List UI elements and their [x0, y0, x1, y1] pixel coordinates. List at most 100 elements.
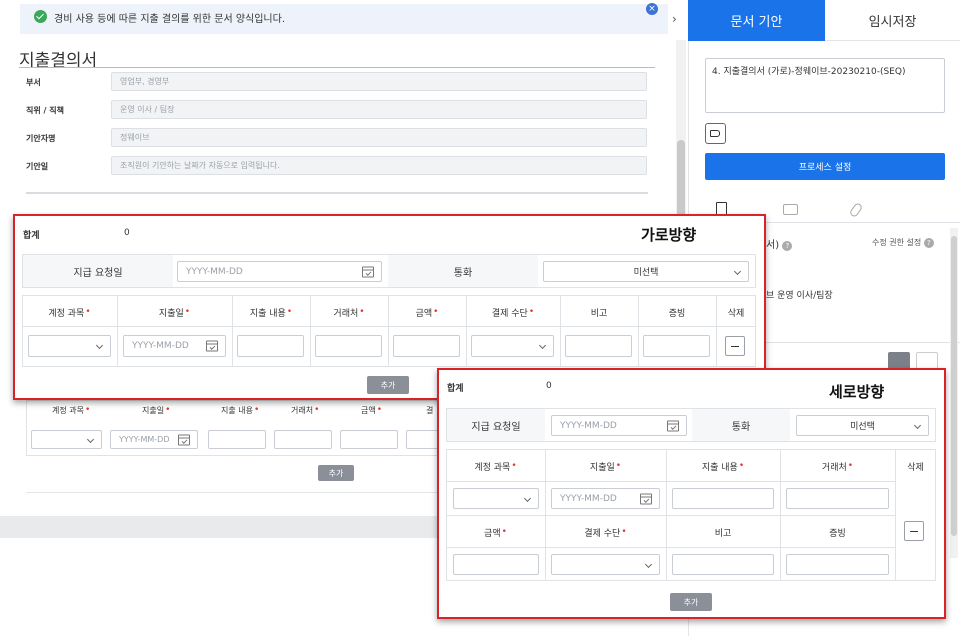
delete-row-button[interactable] — [725, 336, 745, 356]
calendar-icon — [178, 434, 190, 445]
v-header-expense-date: 지출일 • — [589, 461, 622, 473]
draft-date-field: 조직원이 기안하는 날짜가 자동으로 입력됩니다. — [111, 156, 647, 175]
v-header-payment-method: 결제 수단 • — [584, 527, 627, 539]
payment-method-select[interactable] — [471, 335, 554, 357]
v-header-vendor: 거래처 • — [821, 461, 854, 473]
v-payment-method-select[interactable] — [551, 554, 660, 575]
process-settings-button[interactable]: 프로세스 설정 — [705, 153, 945, 180]
row-line — [446, 515, 896, 516]
horizontal-currency-select[interactable]: 미선택 — [543, 261, 749, 282]
v-expense-date-input[interactable]: YYYY-MM-DD — [551, 488, 660, 509]
row-line — [446, 547, 896, 548]
help-icon: ? — [782, 241, 793, 251]
vertical-payment-date-input[interactable]: YYYY-MM-DD — [551, 415, 687, 436]
vertical-add-button[interactable]: 추가 — [670, 593, 712, 611]
horizontal-caption: 가로방향 — [641, 226, 697, 244]
bg-header-payment: 결 — [426, 406, 434, 415]
vertical-total-label: 합계 — [447, 384, 464, 394]
bg-header-date: 지출일• — [142, 405, 171, 415]
account-select[interactable] — [28, 335, 111, 357]
department-field: 영업부, 경영부 — [111, 72, 647, 91]
horizontal-table-header-line — [22, 326, 756, 327]
close-notice-icon[interactable]: × — [646, 3, 658, 15]
tab-temp-save[interactable]: 임시저장 — [825, 0, 960, 41]
v-evidence-input[interactable] — [786, 554, 889, 575]
bg-header-account: 계정 과목• — [52, 405, 91, 415]
v-content-input[interactable] — [672, 488, 774, 509]
vendor-input[interactable] — [315, 335, 382, 357]
comment-icon[interactable] — [783, 204, 798, 215]
header-amount: 금액 • — [415, 307, 439, 319]
v-header-amount: 금액 • — [484, 527, 507, 539]
vertical-currency-select[interactable]: 미선택 — [796, 415, 929, 436]
bg-vendor-input[interactable] — [274, 430, 332, 449]
v-delete-row-button[interactable] — [904, 521, 924, 541]
v-header-note: 비고 — [714, 528, 732, 539]
bg-date-input[interactable]: YYYY-MM-DD — [110, 430, 198, 449]
bg-amount-input[interactable] — [340, 430, 398, 449]
check-circle-icon — [34, 10, 47, 23]
content-input[interactable] — [237, 335, 304, 357]
page-footer-band — [0, 516, 440, 538]
form-divider — [26, 192, 648, 194]
v-header-evidence: 증빙 — [829, 528, 846, 539]
header-vendor: 거래처 • — [333, 307, 365, 319]
vertical-payment-label-cell: 지급 요청일 — [447, 409, 545, 441]
sidebar-approver-line — [766, 342, 960, 343]
v-header-account: 계정 과목 • — [474, 461, 517, 473]
v-account-select[interactable] — [453, 488, 539, 509]
v-vendor-input[interactable] — [786, 488, 889, 509]
field-label-draft-date: 기안일 — [26, 162, 49, 171]
amount-input[interactable] — [393, 335, 460, 357]
vertical-total-value: 0 — [546, 381, 552, 391]
field-label-department: 부서 — [26, 78, 41, 87]
v-amount-input[interactable] — [453, 554, 539, 575]
calendar-icon — [640, 493, 652, 504]
approval-line-label: 서) ? — [766, 236, 793, 251]
vertical-currency-label-cell: 통화 — [692, 409, 790, 441]
evidence-input[interactable] — [643, 335, 710, 357]
drafter-field: 정웨이브 — [111, 128, 647, 147]
collapse-panel-icon[interactable]: › — [672, 12, 677, 26]
header-account: 계정 과목 • — [48, 307, 91, 319]
expense-date-input[interactable]: YYYY-MM-DD — [123, 335, 226, 357]
bg-content-input[interactable] — [208, 430, 266, 449]
permission-settings-link[interactable]: 수정 권한 설정 ? — [872, 237, 934, 248]
calendar-icon — [667, 420, 679, 431]
row-line — [446, 481, 896, 482]
horizontal-payment-label-cell: 지급 요청일 — [23, 255, 173, 287]
doc-title-textarea[interactable]: 4. 지출결의서 (가로)-정웨이브-20230210-(SEQ) — [705, 58, 945, 113]
bg-account-select[interactable] — [31, 430, 102, 449]
position-field: 운영 이사 / 팀장 — [111, 100, 647, 119]
header-note: 비고 — [590, 308, 608, 319]
v-note-input[interactable] — [672, 554, 774, 575]
horizontal-total-value: 0 — [124, 228, 130, 238]
approver-text: 브 운영 이사/팀장 — [766, 291, 833, 301]
title-divider — [19, 67, 655, 68]
calendar-icon — [206, 340, 218, 352]
header-evidence: 증빙 — [668, 308, 686, 319]
help-icon: ? — [923, 238, 934, 248]
sidebar-scrollbar-thumb[interactable] — [951, 236, 957, 536]
header-delete: 삭제 — [727, 308, 745, 319]
tag-icon[interactable] — [705, 123, 726, 144]
header-content: 지출 내용 • — [249, 307, 293, 319]
horizontal-add-button[interactable]: 추가 — [367, 376, 409, 394]
note-input[interactable] — [565, 335, 632, 357]
bg-add-button[interactable]: 추가 — [318, 465, 354, 481]
horizontal-currency-label-cell: 통화 — [388, 255, 538, 287]
field-label-position: 직위 / 직책 — [26, 106, 64, 115]
v-header-delete: 삭제 — [907, 462, 924, 473]
bg-header-content: 지출 내용• — [221, 405, 260, 415]
v-header-content: 지출 내용 • — [701, 461, 745, 473]
header-payment-method: 결제 수단 • — [491, 307, 535, 319]
header-expense-date: 지출일 • — [158, 307, 191, 319]
bg-table-bottom-line — [26, 492, 441, 493]
horizontal-payment-date-input[interactable]: YYYY-MM-DD — [177, 261, 382, 282]
bg-header-amount: 금액• — [361, 405, 383, 415]
tab-draft[interactable]: 문서 기안 — [688, 0, 825, 41]
bg-header-vendor: 거래처• — [291, 405, 320, 415]
horizontal-total-label: 합계 — [23, 231, 40, 241]
vertical-caption: 세로방향 — [829, 383, 885, 401]
notice-text: 경비 사용 등에 따른 지출 결의를 위한 문서 양식입니다. — [54, 14, 286, 25]
